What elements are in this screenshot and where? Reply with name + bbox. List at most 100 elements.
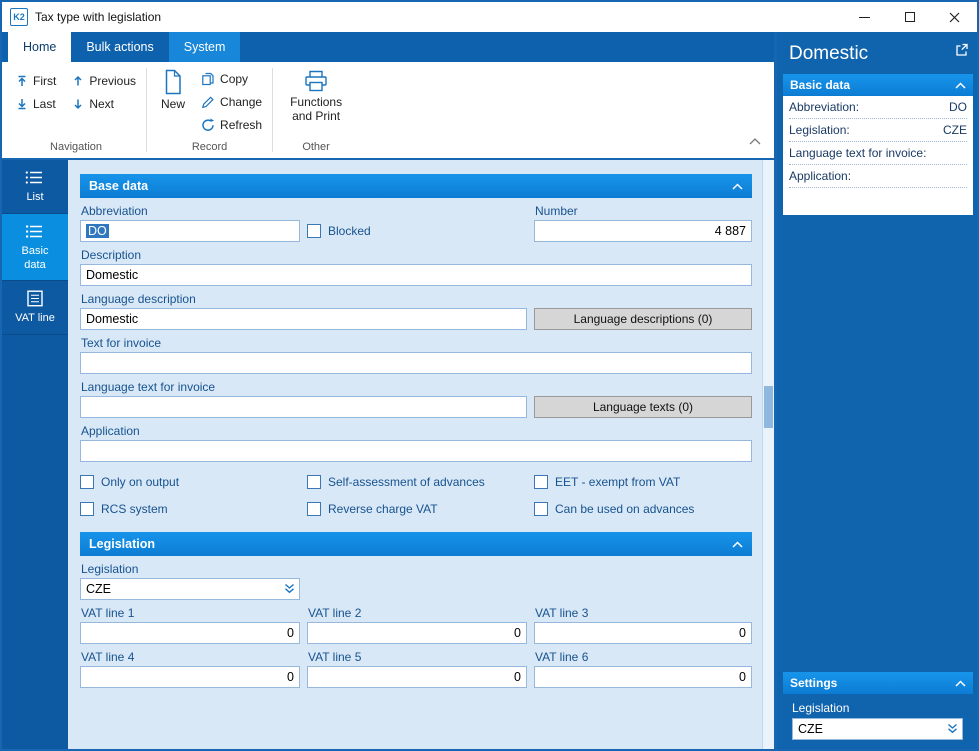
functions-and-print-button[interactable]: Functions and Print [283,66,349,137]
new-document-icon [163,69,183,95]
preview-basic-data-header: Basic data [783,74,973,96]
language-text-for-invoice-input[interactable] [80,396,527,418]
checkbox-box-icon [534,475,548,489]
vat-line-4-input[interactable] [80,666,300,688]
maximize-button[interactable] [887,2,932,32]
previous-button[interactable]: Previous [72,74,136,88]
legislation-combobox[interactable] [80,578,300,600]
refresh-label: Refresh [220,118,262,132]
checkbox-label: Reverse charge VAT [328,502,438,516]
preview-row-value: CZE [943,123,967,137]
section-header-base-data: Base data [80,174,752,198]
vertical-scrollbar[interactable] [762,160,774,749]
sidebar-item-basic-data[interactable]: Basic data [2,214,68,282]
form-area: Base data Abbreviation DO Blocked [68,160,762,749]
app-logo-text: K2 [13,12,25,22]
preview-panel: Domestic Basic data Abbreviation: DO Leg… [777,32,977,749]
checkbox-box-icon [534,502,548,516]
sidebar-item-vat-line[interactable]: VAT line [2,281,68,335]
rcs-system-checkbox[interactable]: RCS system [80,502,300,516]
dropdown-icon[interactable] [946,723,959,734]
language-description-input[interactable] [80,308,527,330]
open-in-window-icon[interactable] [955,43,969,57]
language-texts-button[interactable]: Language texts (0) [534,396,752,418]
checkbox-box-icon [80,475,94,489]
vat-line-5-input[interactable] [307,666,527,688]
navigation-group-label: Navigation [16,137,136,158]
next-button[interactable]: Next [72,97,136,111]
checkbox-box-icon [307,224,321,238]
vat-line-6-input[interactable] [534,666,752,688]
collapse-section-icon[interactable] [732,183,743,190]
legislation-label: Legislation [81,562,752,576]
blocked-checkbox[interactable]: Blocked [307,224,527,238]
preview-row-label: Application: [789,169,851,183]
only-on-output-checkbox[interactable]: Only on output [80,475,300,489]
preview-settings: Settings Legislation [783,672,973,749]
last-label: Last [33,97,56,111]
minimize-button[interactable] [842,2,887,32]
copy-button[interactable]: Copy [201,72,262,86]
application-input[interactable] [80,440,752,462]
settings-legislation-combobox[interactable] [792,718,963,740]
sidebar: List Basic data VAT line [2,160,68,749]
close-button[interactable] [932,2,977,32]
vat-line-1-input[interactable] [80,622,300,644]
next-icon [72,98,84,110]
change-button[interactable]: Change [201,95,262,109]
content-row: List Basic data VAT line Base da [2,158,774,749]
vat-line-4-label: VAT line 4 [81,650,300,664]
abbreviation-input[interactable]: DO [80,220,300,242]
reverse-charge-vat-checkbox[interactable]: Reverse charge VAT [307,502,527,516]
can-be-used-on-advances-checkbox[interactable]: Can be used on advances [534,502,752,516]
section-title: Base data [89,179,732,193]
scrollbar-thumb[interactable] [764,386,773,428]
dropdown-icon[interactable] [283,583,296,594]
number-input[interactable] [534,220,752,242]
description-input[interactable] [80,264,752,286]
first-button[interactable]: First [16,74,56,88]
collapse-section-icon[interactable] [732,541,743,548]
app-window: K2 Tax type with legislation Home Bulk a… [0,0,979,751]
language-descriptions-button[interactable]: Language descriptions (0) [534,308,752,330]
ribbon-collapse-button[interactable] [749,132,761,150]
preview-section-title: Basic data [790,78,955,92]
text-for-invoice-input[interactable] [80,352,752,374]
preview-row-legislation: Legislation: CZE [789,119,967,142]
checkbox-row-1: Only on output Self-assessment of advanc… [80,475,752,489]
refresh-button[interactable]: Refresh [201,118,262,132]
collapse-section-icon[interactable] [955,680,966,687]
new-button[interactable]: New [157,66,189,137]
record-group-label: Record [157,137,262,158]
collapse-section-icon[interactable] [955,82,966,89]
eet-exempt-from-vat-checkbox[interactable]: EET - exempt from VAT [534,475,752,489]
copy-label: Copy [220,72,248,86]
titlebar: K2 Tax type with legislation [2,2,977,32]
vat-line-6-label: VAT line 6 [535,650,752,664]
tab-home[interactable]: Home [8,32,71,62]
last-button[interactable]: Last [16,97,56,111]
previous-label: Previous [89,74,136,88]
chevron-up-icon [749,138,761,145]
checkbox-label: EET - exempt from VAT [555,475,680,489]
ribbon: First Previous Last Next [2,62,774,158]
legislation-input[interactable] [80,578,300,600]
new-label: New [161,98,185,112]
vat-line-2-input[interactable] [307,622,527,644]
functions-and-print-label: Functions and Print [287,96,345,124]
checkbox-label: Can be used on advances [555,502,694,516]
sidebar-item-list[interactable]: List [2,160,68,214]
vat-line-3-label: VAT line 3 [535,606,752,620]
blocked-label: Blocked [328,224,371,238]
vat-line-row-2: VAT line 4 VAT line 5 VAT line 6 [80,644,752,688]
vat-line-3-input[interactable] [534,622,752,644]
tab-system[interactable]: System [169,32,241,62]
settings-legislation-input[interactable] [792,718,963,740]
settings-legislation-label: Legislation [792,701,973,715]
vat-line-1-label: VAT line 1 [81,606,300,620]
preview-row-label: Language text for invoice: [789,146,926,160]
tab-bulk-actions[interactable]: Bulk actions [71,32,168,62]
preview-title: Domestic [789,43,955,65]
printer-icon [303,69,329,93]
self-assessment-of-advances-checkbox[interactable]: Self-assessment of advances [307,475,527,489]
